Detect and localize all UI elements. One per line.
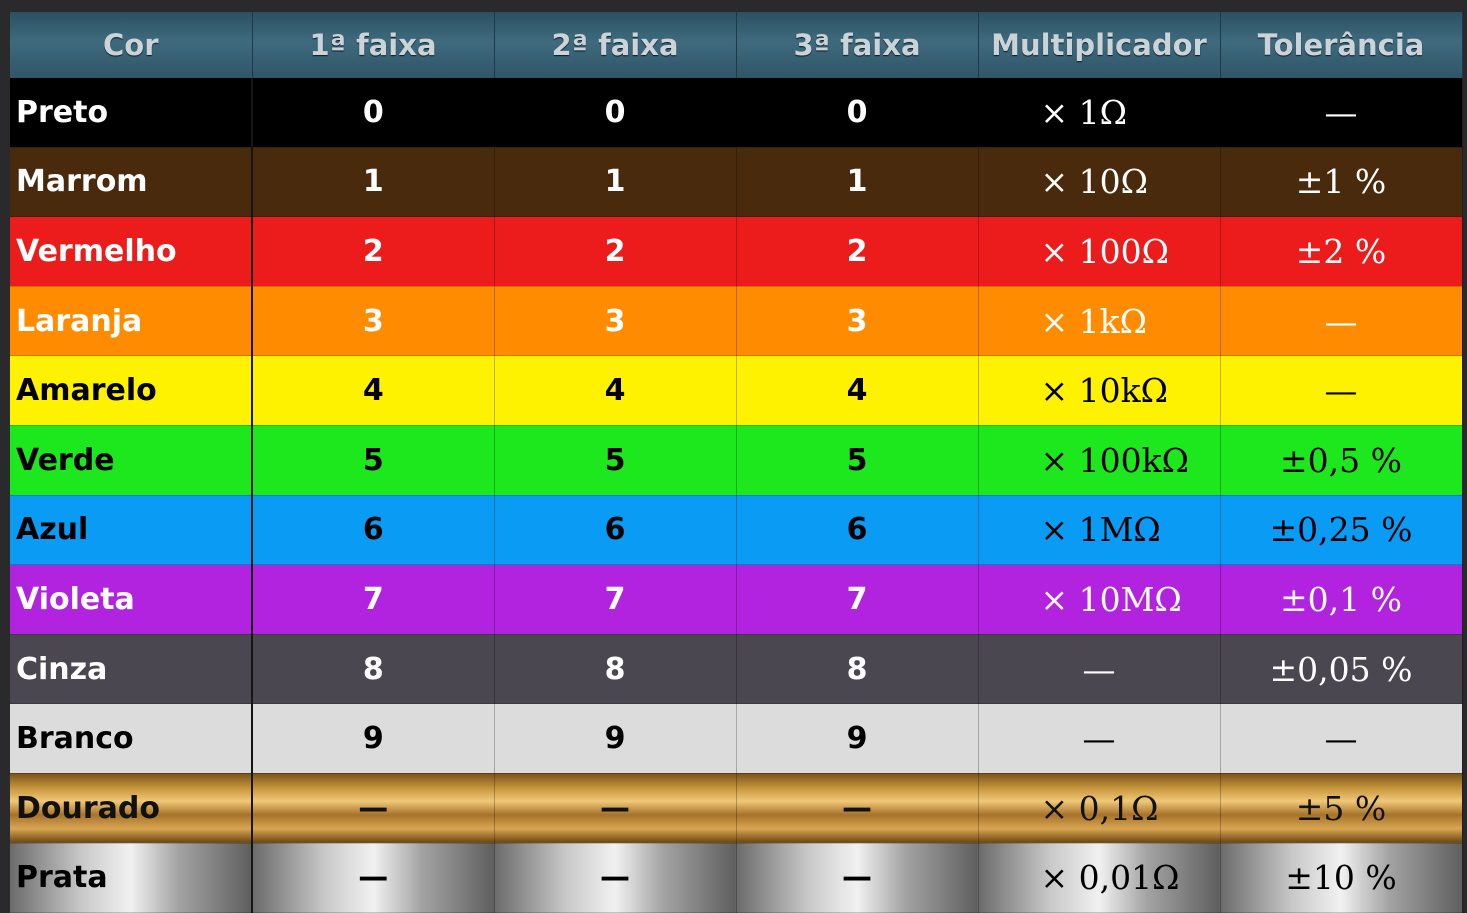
cell-faixa-1: 2 xyxy=(252,216,495,287)
table-row: Amarelo 4 4 4 × 10kΩ — xyxy=(10,355,1463,426)
cell-faixa-2: 2 xyxy=(494,216,737,287)
cell-faixa-1: 3 xyxy=(252,286,495,357)
cell-faixa-3: 5 xyxy=(736,425,979,496)
table-row: Verde 5 5 5 × 100kΩ ±0,5 % xyxy=(10,425,1463,496)
cell-multiplicador: × 100Ω xyxy=(978,216,1221,287)
cell-multiplicador: × 1Ω xyxy=(978,78,1221,148)
header-row: Cor 1ª faixa 2ª faixa 3ª faixa Multiplic… xyxy=(10,12,1463,78)
cell-multiplicador: × 0,01Ω xyxy=(978,843,1221,913)
table-row: Cinza 8 8 8 — ±0,05 % xyxy=(10,634,1463,705)
cell-cor: Laranja xyxy=(10,286,253,357)
resistor-color-code-table: Cor 1ª faixa 2ª faixa 3ª faixa Multiplic… xyxy=(10,12,1463,913)
table-row: Preto 0 0 0 × 1Ω — xyxy=(10,78,1463,148)
cell-faixa-2: 1 xyxy=(494,147,737,218)
header-multiplicador: Multiplicador xyxy=(978,12,1221,78)
cell-cor: Branco xyxy=(10,703,253,774)
header-tolerancia: Tolerância xyxy=(1220,12,1463,78)
cell-faixa-2: — xyxy=(494,843,737,913)
cell-faixa-1: 4 xyxy=(252,355,495,426)
cell-faixa-3: 7 xyxy=(736,564,979,635)
cell-faixa-3: 6 xyxy=(736,495,979,566)
cell-tolerancia: ±0,05 % xyxy=(1220,634,1463,705)
header-faixa-3: 3ª faixa xyxy=(736,12,979,78)
cell-tolerancia: — xyxy=(1220,78,1463,148)
cell-multiplicador: × 100kΩ xyxy=(978,425,1221,496)
header-faixa-2: 2ª faixa xyxy=(494,12,737,78)
cell-faixa-1: 1 xyxy=(252,147,495,218)
cell-faixa-2: 6 xyxy=(494,495,737,566)
table-row: Vermelho 2 2 2 × 100Ω ±2 % xyxy=(10,216,1463,287)
cell-cor: Marrom xyxy=(10,147,253,218)
table-row: Laranja 3 3 3 × 1kΩ — xyxy=(10,286,1463,357)
cell-faixa-3: 4 xyxy=(736,355,979,426)
cell-faixa-3: 0 xyxy=(736,78,979,148)
table-row: Dourado — — — × 0,1Ω ±5 % xyxy=(10,773,1463,844)
cell-tolerancia: ±1 % xyxy=(1220,147,1463,218)
cell-faixa-2: 5 xyxy=(494,425,737,496)
cell-cor: Cinza xyxy=(10,634,253,705)
cell-tolerancia: — xyxy=(1220,355,1463,426)
table-row: Violeta 7 7 7 × 10MΩ ±0,1 % xyxy=(10,564,1463,635)
header-cor: Cor xyxy=(10,12,253,78)
cell-faixa-1: 5 xyxy=(252,425,495,496)
cell-multiplicador: × 0,1Ω xyxy=(978,773,1221,844)
cell-tolerancia: — xyxy=(1220,286,1463,357)
cell-faixa-1: 0 xyxy=(252,78,495,148)
resistor-color-code-table-frame: Cor 1ª faixa 2ª faixa 3ª faixa Multiplic… xyxy=(10,12,1463,913)
cell-faixa-3: 1 xyxy=(736,147,979,218)
table-row: Azul 6 6 6 × 1MΩ ±0,25 % xyxy=(10,495,1463,566)
table-row: Branco 9 9 9 — — xyxy=(10,703,1463,774)
cell-faixa-2: — xyxy=(494,773,737,844)
cell-multiplicador: — xyxy=(978,703,1221,774)
cell-tolerancia: ±5 % xyxy=(1220,773,1463,844)
cell-faixa-3: 2 xyxy=(736,216,979,287)
cell-multiplicador: × 10MΩ xyxy=(978,564,1221,635)
cell-cor: Violeta xyxy=(10,564,253,635)
cell-faixa-1: — xyxy=(252,843,495,913)
cell-multiplicador: — xyxy=(978,634,1221,705)
cell-cor: Azul xyxy=(10,495,253,566)
cell-tolerancia: — xyxy=(1220,703,1463,774)
cell-cor: Preto xyxy=(10,78,253,148)
cell-tolerancia: ±2 % xyxy=(1220,216,1463,287)
cell-faixa-2: 9 xyxy=(494,703,737,774)
cell-faixa-2: 7 xyxy=(494,564,737,635)
cell-faixa-2: 0 xyxy=(494,78,737,148)
cell-multiplicador: × 10kΩ xyxy=(978,355,1221,426)
cell-tolerancia: ±0,1 % xyxy=(1220,564,1463,635)
cell-multiplicador: × 10Ω xyxy=(978,147,1221,218)
cell-faixa-3: 9 xyxy=(736,703,979,774)
table-row: Marrom 1 1 1 × 10Ω ±1 % xyxy=(10,147,1463,218)
cell-cor: Vermelho xyxy=(10,216,253,287)
cell-faixa-1: — xyxy=(252,773,495,844)
cell-multiplicador: × 1MΩ xyxy=(978,495,1221,566)
cell-cor: Dourado xyxy=(10,773,253,844)
cell-faixa-3: 3 xyxy=(736,286,979,357)
cell-faixa-2: 4 xyxy=(494,355,737,426)
cell-tolerancia: ±10 % xyxy=(1220,843,1463,913)
cell-faixa-1: 6 xyxy=(252,495,495,566)
cell-faixa-1: 9 xyxy=(252,703,495,774)
cell-cor: Prata xyxy=(10,843,253,913)
cell-faixa-2: 3 xyxy=(494,286,737,357)
cell-faixa-1: 7 xyxy=(252,564,495,635)
cell-cor: Verde xyxy=(10,425,253,496)
cell-faixa-1: 8 xyxy=(252,634,495,705)
header-faixa-1: 1ª faixa xyxy=(252,12,495,78)
cell-tolerancia: ±0,5 % xyxy=(1220,425,1463,496)
cell-tolerancia: ±0,25 % xyxy=(1220,495,1463,566)
cell-faixa-2: 8 xyxy=(494,634,737,705)
cell-cor: Amarelo xyxy=(10,355,253,426)
cell-faixa-3: 8 xyxy=(736,634,979,705)
cell-faixa-3: — xyxy=(736,843,979,913)
cell-multiplicador: × 1kΩ xyxy=(978,286,1221,357)
cell-faixa-3: — xyxy=(736,773,979,844)
table-row: Prata — — — × 0,01Ω ±10 % xyxy=(10,843,1463,913)
